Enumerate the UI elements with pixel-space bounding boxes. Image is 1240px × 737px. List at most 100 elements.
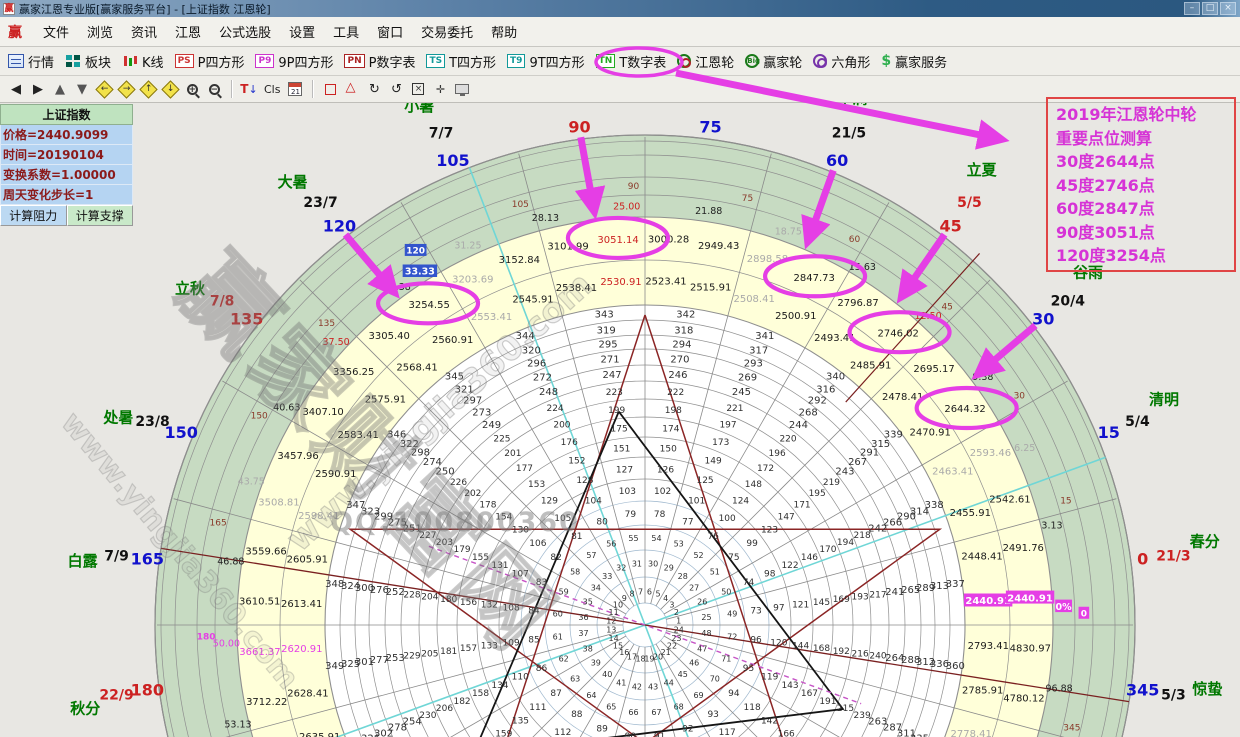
svg-text:75: 75 [728, 553, 739, 563]
svg-text:73: 73 [750, 606, 761, 616]
svg-text:2491.76: 2491.76 [1003, 543, 1044, 554]
9T四方形-badge-icon: T9 [507, 54, 525, 68]
svg-text:120: 120 [770, 639, 787, 649]
rotate-left-tri-button[interactable]: ▲ [50, 79, 70, 99]
svg-text:127: 127 [616, 465, 633, 475]
svg-text:244: 244 [789, 420, 808, 431]
toolbar-item-T数字表[interactable]: TNT数字表 [592, 50, 674, 73]
svg-text:270: 270 [670, 354, 689, 365]
step-back-button[interactable]: ◀ [6, 79, 26, 99]
svg-text:3305.40: 3305.40 [369, 331, 410, 342]
svg-text:105: 105 [512, 200, 529, 210]
svg-text:341: 341 [755, 331, 774, 342]
cls-button[interactable]: Cls [261, 79, 283, 99]
svg-text:3559.66: 3559.66 [245, 546, 286, 557]
svg-text:29: 29 [664, 564, 674, 573]
pan-right-button[interactable]: → [116, 79, 136, 99]
menu-item-江恩[interactable]: 江恩 [166, 19, 210, 44]
step-forward-button[interactable]: ▶ [28, 79, 48, 99]
svg-text:337: 337 [946, 579, 965, 590]
svg-text:3.13: 3.13 [1041, 520, 1062, 531]
svg-text:2448.41: 2448.41 [961, 551, 1002, 562]
svg-text:201: 201 [504, 449, 521, 459]
toolbar-item-P数字表[interactable]: PNP数字表 [340, 50, 422, 73]
rotate-right-tri-button[interactable]: ▼ [72, 79, 92, 99]
menu-item-工具[interactable]: 工具 [324, 19, 368, 44]
toolbar-item-T四方形[interactable]: TST四方形 [422, 50, 503, 73]
calc-resistance-button[interactable]: 计算阻力 [0, 205, 67, 226]
svg-text:37: 37 [578, 629, 588, 638]
menu-item-资讯[interactable]: 资讯 [122, 19, 166, 44]
pan-left-button[interactable]: ← [94, 79, 114, 99]
svg-text:174: 174 [662, 425, 679, 435]
menu-item-文件[interactable]: 文件 [34, 19, 78, 44]
zoom-out-button[interactable]: − [204, 79, 224, 99]
minimize-button[interactable]: – [1184, 2, 1200, 15]
app-window: { "title_bar": { "title": "赢家江恩专业版[赢家服务平… [0, 0, 1240, 737]
svg-text:103: 103 [619, 487, 636, 497]
svg-text:21/3: 21/3 [1156, 548, 1190, 564]
toolbar-item-板块[interactable]: 板块 [61, 50, 118, 73]
svg-text:1: 1 [676, 617, 681, 626]
triangle-tool-button[interactable] [342, 79, 362, 99]
svg-text:243: 243 [835, 467, 854, 478]
svg-text:26: 26 [697, 597, 707, 606]
svg-text:146: 146 [801, 553, 818, 563]
menu-item-浏览[interactable]: 浏览 [78, 19, 122, 44]
screen-tool-button[interactable] [452, 79, 472, 99]
svg-text:229: 229 [403, 652, 420, 662]
svg-text:221: 221 [726, 404, 743, 414]
toolbar-item-赢家服务[interactable]: $赢家服务 [877, 50, 954, 73]
toolbar-item-K线[interactable]: K线 [118, 50, 171, 73]
price-field: 价格=2440.9099 [0, 125, 133, 145]
t-down-button[interactable]: T↓ [239, 79, 259, 99]
toolbar-item-六角形[interactable]: 六角形 [809, 50, 877, 73]
svg-text:68: 68 [674, 702, 684, 711]
svg-text:326: 326 [361, 734, 380, 737]
calendar-button[interactable]: 21 [285, 79, 305, 99]
svg-text:247: 247 [603, 370, 622, 381]
menu-item-公式选股[interactable]: 公式选股 [210, 19, 280, 44]
svg-text:32: 32 [616, 564, 626, 573]
maximize-button[interactable]: □ [1202, 2, 1218, 15]
menu-item-交易委托[interactable]: 交易委托 [412, 19, 482, 44]
pan-up-button[interactable]: ↑ [138, 79, 158, 99]
svg-text:90: 90 [568, 117, 590, 136]
scale-tool-button[interactable]: ✛ [430, 79, 450, 99]
pan-down-button[interactable]: ↓ [160, 79, 180, 99]
svg-text:135: 135 [512, 717, 529, 727]
delete-box-button[interactable]: × [408, 79, 428, 99]
calc-support-button[interactable]: 计算支撑 [67, 205, 134, 226]
svg-text:293: 293 [744, 359, 763, 370]
toolbar-item-9T四方形[interactable]: T99T四方形 [503, 50, 592, 73]
menu-item-帮助[interactable]: 帮助 [482, 19, 526, 44]
svg-text:67: 67 [651, 708, 661, 717]
zoom-in-button[interactable]: + [182, 79, 202, 99]
menu-item-窗口[interactable]: 窗口 [368, 19, 412, 44]
rotate-cw-button[interactable]: ↻ [364, 79, 384, 99]
toolbar-item-label: 板块 [85, 52, 111, 71]
svg-text:165: 165 [210, 519, 227, 529]
svg-text:38: 38 [583, 645, 593, 654]
toolbar-item-P四方形[interactable]: PSP四方形 [171, 50, 252, 73]
svg-text:272: 272 [533, 372, 552, 383]
svg-text:28: 28 [678, 572, 688, 581]
toolbar-item-江恩轮[interactable]: 江恩轮 [673, 50, 741, 73]
square-tool-button[interactable] [320, 79, 340, 99]
svg-text:2793.41: 2793.41 [968, 641, 1009, 652]
svg-text:87: 87 [550, 689, 561, 699]
menu-item-设置[interactable]: 设置 [280, 19, 324, 44]
rotate-ccw-button[interactable]: ↺ [386, 79, 406, 99]
svg-text:335: 335 [910, 734, 929, 737]
svg-text:大暑: 大暑 [278, 173, 308, 191]
toolbar-item-赢家轮[interactable]: Big赢家轮 [741, 50, 809, 73]
svg-text:151: 151 [613, 445, 630, 455]
svg-text:4: 4 [663, 594, 668, 603]
close-button[interactable]: × [1220, 2, 1236, 15]
toolbar-item-行情[interactable]: 行情 [4, 50, 61, 73]
svg-text:69: 69 [693, 691, 703, 700]
svg-text:166: 166 [778, 729, 795, 737]
svg-text:23/7: 23/7 [303, 195, 337, 211]
toolbar-item-9P四方形[interactable]: P99P四方形 [251, 50, 340, 73]
svg-text:101: 101 [688, 496, 705, 506]
